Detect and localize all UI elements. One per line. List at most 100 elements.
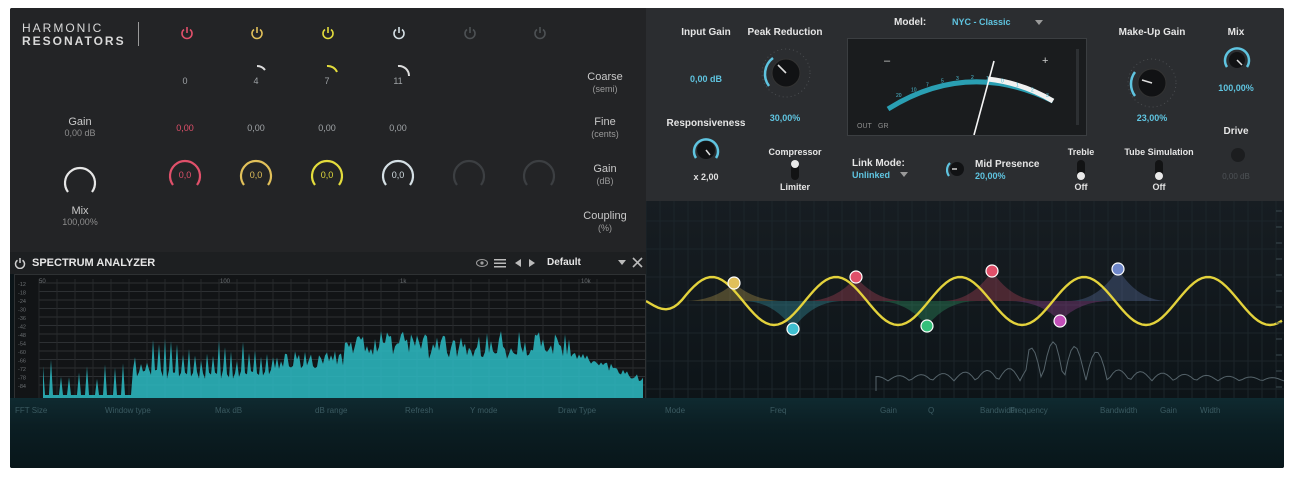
resonator-gain-knob-5[interactable] [449, 154, 489, 194]
input-gain-value[interactable]: 0,00 dB [651, 74, 761, 84]
bottom-label-5[interactable]: Refresh [405, 406, 433, 415]
tube-simulation-value[interactable]: Off [1104, 182, 1214, 192]
row-gain-text: Gain [593, 163, 616, 175]
freq-label: 100 [220, 279, 231, 285]
mix-knob-arc [65, 168, 95, 192]
bottom-label-8[interactable]: Mode [665, 406, 685, 415]
resonator-power-icon-6[interactable] [533, 26, 547, 40]
vu-out-label[interactable]: OUT [857, 123, 872, 130]
input-gain-knob[interactable] [691, 42, 721, 72]
treble-switch[interactable] [1077, 160, 1085, 180]
row-label-coupling: Coupling (%) [570, 210, 640, 234]
bottom-label-13[interactable]: Frequency [1010, 406, 1048, 415]
menu-icon[interactable] [494, 258, 506, 268]
eq-band-node-3[interactable] [850, 271, 862, 283]
vu-minus: – [884, 55, 890, 67]
vu-gr-label[interactable]: GR [878, 123, 889, 130]
gain-control[interactable]: Gain 0,00 dB [40, 116, 120, 138]
bottom-label-10[interactable]: Gain [880, 406, 897, 415]
divider [138, 22, 139, 46]
coarse-value-2[interactable]: 4 [231, 76, 281, 86]
resonator-power-icon-3[interactable] [321, 26, 335, 40]
bottom-label-6[interactable]: Y mode [470, 406, 497, 415]
close-icon[interactable] [632, 257, 643, 268]
resonator-power-icon-2[interactable] [250, 26, 264, 40]
mix-value[interactable]: 100,00% [1191, 83, 1281, 93]
fine-value-3[interactable]: 0,00 [302, 123, 352, 133]
coarse-arc-2 [257, 66, 265, 70]
eye-icon[interactable] [476, 258, 488, 268]
bottom-label-3[interactable]: Max dB [215, 406, 242, 415]
vu-scale-tick: 3 [1046, 93, 1049, 99]
preset-dropdown-icon[interactable] [618, 260, 626, 266]
brand-top: HARMONIC [22, 21, 103, 35]
vu-scale-tick: 0 [1001, 78, 1004, 84]
vu-scale-tick: 2 [1031, 87, 1034, 93]
drive-knob[interactable] [1228, 145, 1248, 165]
peak-reduction-knob[interactable] [759, 46, 813, 100]
model-dropdown-icon[interactable] [1035, 20, 1043, 26]
fine-value-2[interactable]: 0,00 [231, 123, 281, 133]
eq-curve-display [646, 201, 1284, 401]
vu-plus: + [1042, 55, 1048, 67]
gain-label: Gain [68, 116, 91, 128]
coarse-value-3[interactable]: 7 [302, 76, 352, 86]
vu-meter: 20 10 7 5 3 2 1 0 1 2 3 OUT GR – + [847, 38, 1087, 136]
bottom-label-16[interactable]: Width [1200, 406, 1220, 415]
responsiveness-value[interactable]: x 2,00 [651, 172, 761, 182]
link-mode-dropdown-icon[interactable] [900, 172, 908, 178]
eq-band-node-4[interactable] [921, 320, 933, 332]
makeup-gain-knob[interactable] [1125, 56, 1179, 110]
tube-simulation-switch[interactable] [1155, 160, 1163, 180]
mid-presence-knob[interactable] [944, 156, 970, 182]
eq-band-node-2[interactable] [787, 323, 799, 335]
vu-scale-arc [888, 82, 1053, 109]
row-coarse-text: Coarse [587, 71, 622, 83]
bottom-label-9[interactable]: Freq [770, 406, 786, 415]
bottom-label-15[interactable]: Gain [1160, 406, 1177, 415]
row-fine-unit: (cents) [570, 128, 640, 140]
bottom-label-1[interactable]: FFT Size [15, 406, 47, 415]
coarse-value-4[interactable]: 11 [373, 76, 423, 86]
mix-knob[interactable] [60, 162, 100, 202]
bottom-label-4[interactable]: dB range [315, 406, 347, 415]
eq-band-node-6[interactable] [1054, 315, 1066, 327]
freq-label: 50 [39, 279, 46, 285]
next-preset-icon[interactable] [528, 258, 536, 268]
db-label: -78 [18, 376, 26, 382]
eq-band-node-1[interactable] [728, 277, 740, 289]
makeup-gain-value[interactable]: 23,00% [1097, 113, 1207, 123]
bottom-label-7[interactable]: Draw Type [558, 406, 596, 415]
mid-presence-value[interactable]: 20,00% [975, 171, 1075, 181]
compressor-limiter-switch[interactable] [791, 160, 799, 180]
power-icon[interactable] [14, 257, 26, 269]
responsiveness-knob[interactable] [690, 134, 722, 166]
responsiveness-label: Responsiveness [651, 118, 761, 129]
resonator-power-icon-4[interactable] [392, 26, 406, 40]
spectrum-graph[interactable]: 50 100 1k 10k -12 -18 -24 -30 -36 -42 -48 -54 -60 -66… [14, 274, 646, 400]
drive-value[interactable]: 0,00 dB [1191, 172, 1281, 181]
model-label: Model: [894, 17, 954, 28]
resonator-power-icon-5[interactable] [463, 26, 477, 40]
prev-preset-icon[interactable] [514, 258, 522, 268]
fine-value-1[interactable]: 0,00 [160, 123, 210, 133]
resonator-power-icon-1[interactable] [180, 26, 194, 40]
bottom-label-2[interactable]: Window type [105, 406, 151, 415]
preset-name[interactable]: Default [547, 257, 581, 268]
coarse-arc-4 [398, 66, 409, 76]
bottom-label-11[interactable]: Q [928, 406, 934, 415]
bottom-label-14[interactable]: Bandwidth [1100, 406, 1137, 415]
eq-display[interactable] [646, 201, 1284, 401]
mix-knob[interactable] [1222, 45, 1252, 75]
fine-value-4[interactable]: 0,00 [373, 123, 423, 133]
row-gain-unit: (dB) [570, 175, 640, 187]
resonator-gain-knob-6[interactable] [519, 154, 559, 194]
db-label: -48 [18, 333, 26, 339]
vu-needle [974, 61, 994, 135]
vu-scale-tick: 10 [911, 87, 917, 93]
mix-label: Mix [71, 205, 88, 217]
eq-band-node-7[interactable] [1112, 263, 1124, 275]
eq-band-node-5[interactable] [986, 265, 998, 277]
row-label-coarse: Coarse (semi) [570, 71, 640, 95]
coarse-value-1[interactable]: 0 [160, 76, 210, 86]
